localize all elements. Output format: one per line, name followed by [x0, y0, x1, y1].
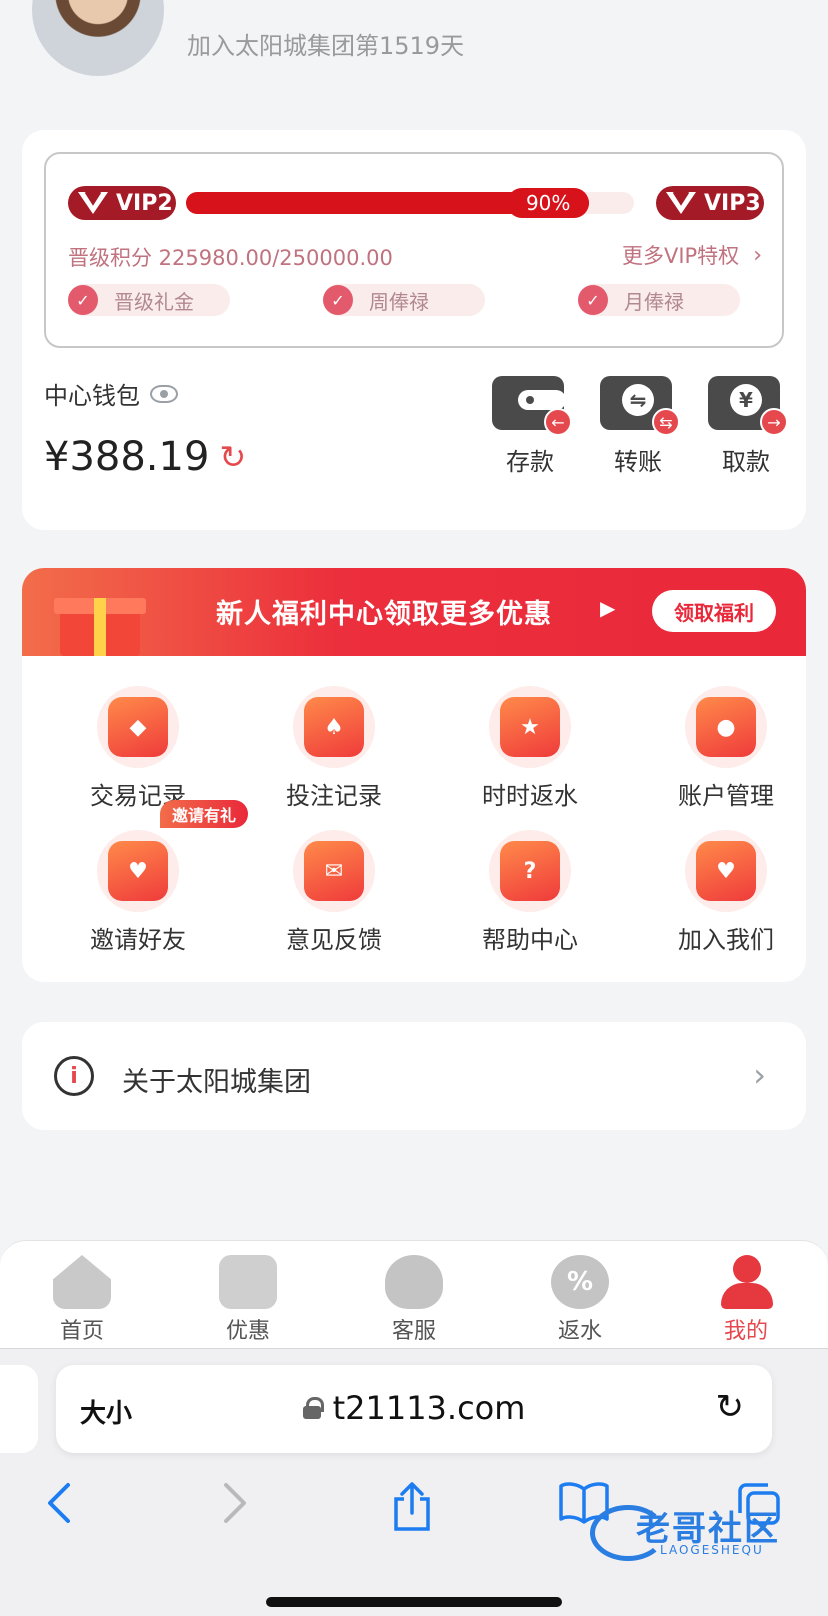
check-icon: ✓: [578, 285, 608, 315]
deposit-button[interactable]: ← 存款: [485, 370, 575, 477]
forward-button[interactable]: [220, 1481, 250, 1535]
transfer-button[interactable]: ⇋ ⇆ 转账: [593, 370, 683, 477]
withdraw-ticket-icon: ¥ →: [708, 370, 788, 436]
user-avatar[interactable]: [32, 0, 164, 76]
transfer-icon: ⇋ ⇆: [600, 370, 680, 436]
vip-progress-label: 90%: [507, 188, 590, 218]
tab-promotions[interactable]: 优惠: [198, 1255, 298, 1345]
tab-home[interactable]: 首页: [32, 1255, 132, 1345]
share-button[interactable]: [390, 1481, 434, 1543]
chevron-right-icon: ›: [753, 1056, 766, 1094]
menu-invite-friends[interactable]: ♥ 邀请好友: [58, 830, 218, 955]
safari-toolbar: 大小 t21113.com ↻ 老哥社区 LAOGESHEQU: [0, 1348, 828, 1616]
customer-service-icon: [385, 1255, 443, 1309]
info-icon: i: [54, 1056, 94, 1096]
menu-join-us[interactable]: ♥ 加入我们: [646, 830, 806, 955]
menu-bet-record[interactable]: ♠ 投注记录: [254, 686, 414, 811]
tab-profile[interactable]: 我的: [696, 1255, 796, 1345]
rebate-icon: ★: [500, 697, 560, 757]
menu-transaction-record[interactable]: ◆ 交易记录: [58, 686, 218, 811]
vip-progress-panel: VIP2 90% VIP3 晋级积分 225980.00/250000.00 更…: [44, 152, 784, 348]
bet-record-icon: ♠: [304, 697, 364, 757]
home-indicator: [266, 1597, 562, 1607]
address-bar[interactable]: 大小 t21113.com ↻: [56, 1365, 772, 1453]
menu-feedback[interactable]: ✉ 意见反馈: [254, 830, 414, 955]
wallet-balance: ¥388.19 ↻: [44, 434, 247, 480]
wallet-label: 中心钱包: [44, 376, 178, 411]
account-card: VIP2 90% VIP3 晋级积分 225980.00/250000.00 更…: [22, 130, 806, 530]
about-label: 关于太阳城集团: [122, 1067, 311, 1098]
join-icon: ♥: [696, 841, 756, 901]
tab-rebate[interactable]: % 返水: [530, 1255, 630, 1345]
watermark-logo: 老哥社区 LAOGESHEQU: [590, 1499, 810, 1563]
invite-reward-tag: 邀请有礼: [160, 800, 249, 828]
tab-customer-service[interactable]: 客服: [364, 1255, 464, 1345]
wallet-deposit-icon: ←: [492, 370, 572, 436]
bottom-tab-bar: 首页 优惠 客服 % 返水 我的: [0, 1240, 828, 1348]
menu-help-center[interactable]: ? 帮助中心: [450, 830, 610, 955]
rebate-percent-icon: %: [551, 1255, 609, 1309]
vip-progress-bar: 90%: [186, 188, 634, 218]
more-vip-link[interactable]: 更多VIP特权 ›: [622, 240, 762, 270]
reload-icon[interactable]: ↻: [716, 1387, 745, 1427]
menu-account-management[interactable]: ● 账户管理: [646, 686, 806, 811]
vip-points: 晋级积分 225980.00/250000.00: [68, 246, 393, 270]
check-icon: ✓: [323, 285, 353, 315]
withdraw-button[interactable]: ¥ → 取款: [701, 370, 791, 477]
perk-upgrade-bonus: ✓ 晋级礼金: [68, 284, 230, 316]
membership-days: 加入太阳城集团第1519天: [187, 32, 465, 60]
current-vip-badge: VIP2: [68, 186, 176, 220]
menu-realtime-rebate[interactable]: ★ 时时返水: [450, 686, 610, 811]
back-button[interactable]: [44, 1481, 74, 1535]
vip-crest-icon: [662, 188, 700, 218]
feedback-icon: ✉: [304, 841, 364, 901]
home-icon: [53, 1255, 111, 1309]
perk-monthly-salary: ✓ 月俸禄: [578, 284, 740, 316]
profile-header: 加入太阳城集团第1519天: [0, 0, 828, 120]
account-icon: ●: [696, 697, 756, 757]
perk-weekly-salary: ✓ 周俸禄: [323, 284, 485, 316]
play-arrow-icon: ▶: [600, 596, 616, 620]
gift-box-icon: [50, 586, 150, 656]
gift-icon: [219, 1255, 277, 1309]
previous-tab-edge[interactable]: [0, 1365, 38, 1453]
invite-icon: ♥: [108, 841, 168, 901]
about-row[interactable]: i 关于太阳城集团 ›: [22, 1022, 806, 1130]
refresh-icon[interactable]: ↻: [219, 438, 246, 476]
transaction-record-icon: ◆: [108, 697, 168, 757]
chevron-right-icon: ›: [753, 242, 762, 268]
claim-bonus-button[interactable]: 领取福利: [652, 590, 776, 632]
profile-icon: [717, 1255, 775, 1309]
promo-banner[interactable]: 新人福利中心领取更多优惠 ▶ 领取福利: [22, 568, 806, 656]
lock-icon: [302, 1397, 324, 1419]
vip-crest-icon: [74, 188, 112, 218]
help-icon: ?: [500, 841, 560, 901]
next-vip-badge: VIP3: [656, 186, 764, 220]
promo-banner-text: 新人福利中心领取更多优惠: [216, 599, 552, 630]
url-display[interactable]: t21113.com: [56, 1389, 772, 1427]
check-icon: ✓: [68, 285, 98, 315]
eye-icon[interactable]: [150, 384, 178, 403]
feature-menu-card: 新人福利中心领取更多优惠 ▶ 领取福利 ◆ 交易记录 ♠ 投注记录 ★ 时时返水…: [22, 568, 806, 982]
